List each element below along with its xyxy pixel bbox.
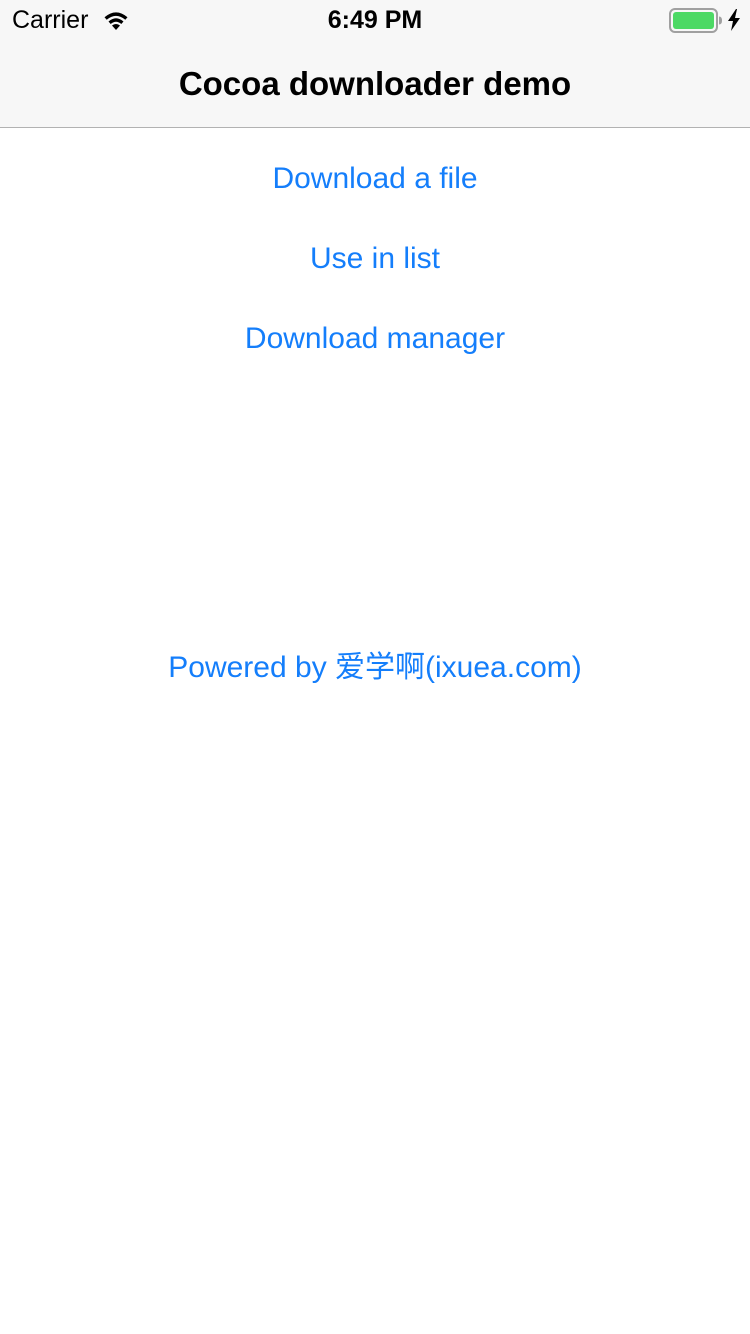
download-manager-button[interactable]: Download manager: [0, 321, 750, 357]
app-screen: Carrier 6:49 PM Cocoa downloader demo Do…: [0, 0, 750, 1334]
battery-icon: [669, 8, 722, 33]
navigation-bar: Cocoa downloader demo: [0, 40, 750, 128]
use-in-list-button[interactable]: Use in list: [0, 241, 750, 277]
lightning-bolt-icon: [728, 9, 740, 31]
powered-by-link[interactable]: Powered by 爱学啊(ixuea.com): [0, 650, 750, 686]
status-time: 6:49 PM: [327, 6, 423, 34]
download-file-button[interactable]: Download a file: [0, 161, 750, 197]
status-bar: Carrier 6:49 PM: [0, 0, 750, 40]
page-title: Cocoa downloader demo: [178, 65, 572, 102]
